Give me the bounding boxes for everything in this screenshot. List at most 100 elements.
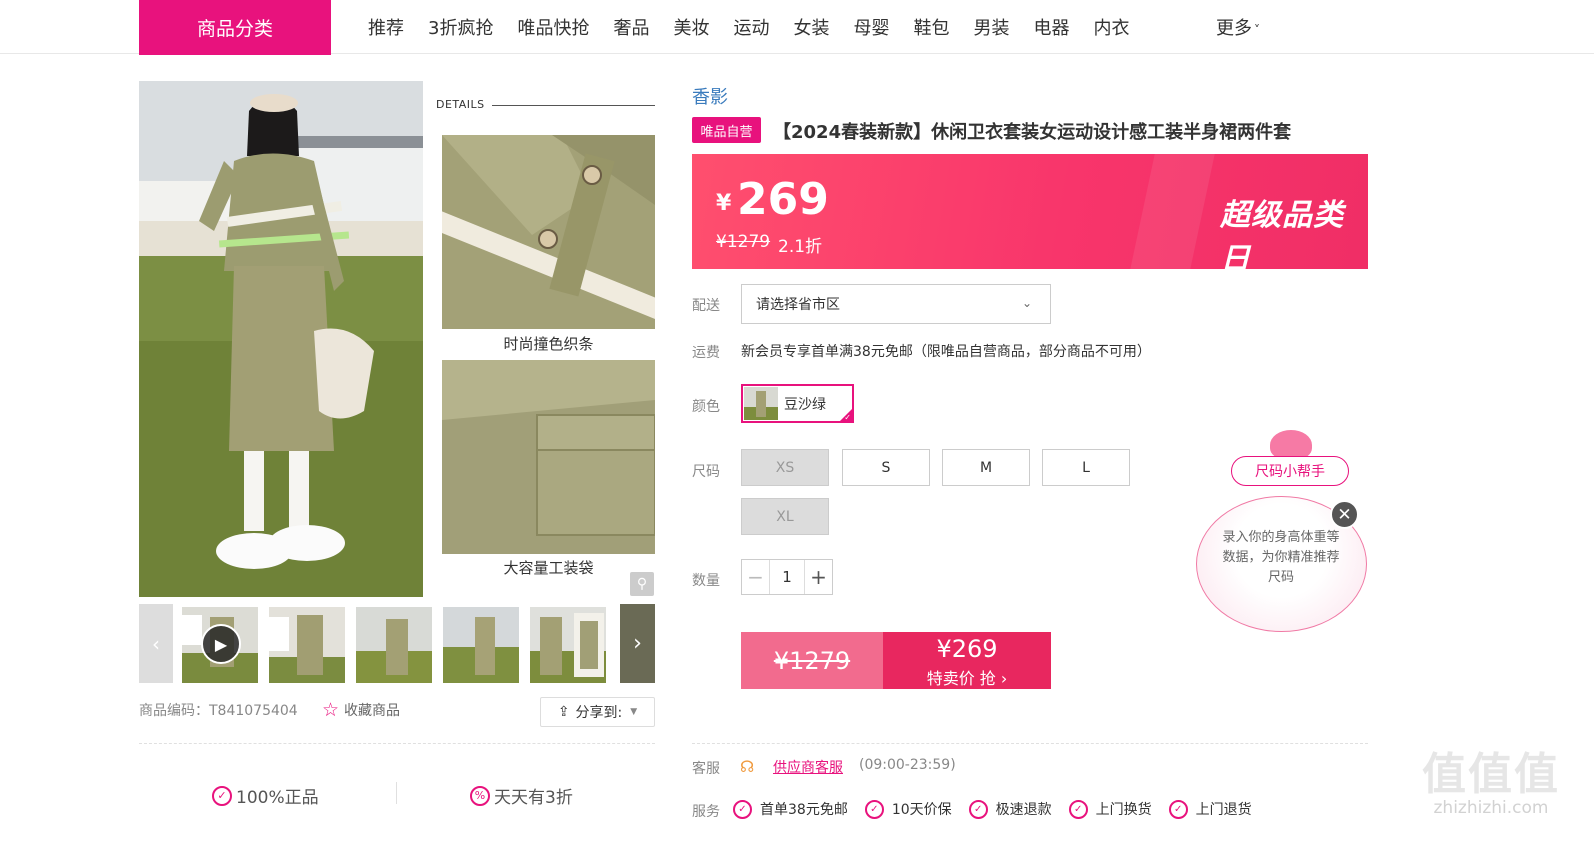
buy-button[interactable]: ¥269 特卖价 抢 › xyxy=(883,632,1051,689)
detail-caption-stripe: 时尚撞色织条 xyxy=(503,335,594,353)
headset-icon: ☊ xyxy=(740,757,755,776)
size-option-m[interactable]: M xyxy=(942,449,1030,486)
thumbnail[interactable] xyxy=(356,607,432,683)
nav-item-flash[interactable]: 唯品快抢 xyxy=(517,14,589,40)
close-icon[interactable]: ✕ xyxy=(1330,500,1359,529)
nav-item-men[interactable]: 男装 xyxy=(973,14,1009,40)
thumbnail[interactable] xyxy=(269,607,345,683)
quantity-stepper: − 1 + xyxy=(741,559,833,595)
nav-item-baby[interactable]: 母婴 xyxy=(853,14,889,40)
watermark-logo: 值值值 xyxy=(1422,749,1560,800)
nav-item-sports[interactable]: 运动 xyxy=(733,14,769,40)
quantity-label: 数量 xyxy=(692,573,720,589)
self-operated-badge: 唯品自营 xyxy=(692,117,761,143)
details-panel: DETAILS 时尚撞色织条 大容量工装袋 xyxy=(430,81,656,597)
nav-items: 推荐 3折疯抢 唯品快抢 奢品 美妆 运动 女装 母婴 鞋包 男装 电器 内衣 xyxy=(356,0,1141,54)
service-item-label: 上门退货 xyxy=(1195,802,1252,818)
top-nav: 商品分类 推荐 3折疯抢 唯品快抢 奢品 美妆 运动 女装 母婴 鞋包 男装 电… xyxy=(0,0,1594,55)
freight-text: 新会员专享首单满38元免邮（限唯品自营商品，部分商品不可用） xyxy=(741,344,1151,360)
play-icon[interactable]: ▶ xyxy=(201,624,241,664)
service-item: ✓ 极速退款 xyxy=(968,799,1052,819)
detail-caption-pocket: 大容量工装袋 xyxy=(503,559,594,577)
nav-more[interactable]: 更多 ˅ xyxy=(1216,14,1260,40)
supplier-service-link[interactable]: 供应商客服 xyxy=(773,757,843,777)
sale-price: 269 xyxy=(737,174,829,225)
share-button[interactable]: ⇪ 分享到: ▼ xyxy=(540,697,655,727)
size-option-s[interactable]: S xyxy=(842,449,930,486)
share-label: 分享到: xyxy=(575,705,623,721)
guarantee-genuine-label: 100%正品 xyxy=(236,788,319,808)
buy-original-price[interactable]: ¥1279 xyxy=(741,632,883,689)
service-item: ✓ 上门退货 xyxy=(1168,799,1252,819)
watermark-url: zhizhizhi.com xyxy=(1433,798,1549,818)
chevron-down-icon: ⌄ xyxy=(1021,296,1032,310)
quantity-value[interactable]: 1 xyxy=(770,560,804,594)
nav-item-30-off[interactable]: 3折疯抢 xyxy=(428,14,493,40)
thumbnail[interactable] xyxy=(443,607,519,683)
product-title: 【2024春装新款】休闲卫衣套装女运动设计感工装半身裙两件套 xyxy=(773,122,1292,143)
size-option-xs[interactable]: XS xyxy=(741,449,829,486)
detail-image-stripe[interactable] xyxy=(442,135,655,329)
nav-item-underwear[interactable]: 内衣 xyxy=(1093,14,1129,40)
service-item: ✓ 上门换货 xyxy=(1068,799,1152,819)
check-circle-icon: ✓ xyxy=(733,799,752,819)
size-helper-button[interactable]: 尺码小帮手 xyxy=(1231,456,1349,486)
quantity-decrease-button[interactable]: − xyxy=(742,560,770,594)
service-label: 服务 xyxy=(692,804,720,820)
service-list: ✓ 首单38元免邮 ✓ 10天价保 ✓ 极速退款 ✓ 上门换货 ✓ 上门退货 xyxy=(733,799,1269,819)
color-name: 豆沙绿 xyxy=(784,396,826,413)
star-icon: ☆ xyxy=(322,699,340,721)
watermark: 值值值 zhizhizhi.com xyxy=(1418,749,1564,819)
favorite-button[interactable]: ☆ 收藏商品 xyxy=(322,699,400,721)
region-select[interactable]: 请选择省市区 ⌄ xyxy=(741,284,1051,324)
discount-rate: 2.1折 xyxy=(778,237,823,257)
nav-item-beauty[interactable]: 美妆 xyxy=(673,14,709,40)
guarantee-discount: % 天天有3折 xyxy=(470,783,573,808)
service-hours: (09:00-23:59) xyxy=(859,757,956,773)
zoom-icon[interactable]: ⚲ xyxy=(630,572,654,596)
check-circle-icon: ✓ xyxy=(864,799,884,819)
nav-item-appliances[interactable]: 电器 xyxy=(1033,14,1069,40)
main-product-image[interactable] xyxy=(139,81,423,597)
brand-link[interactable]: 香影 xyxy=(692,83,728,109)
thumbnail-video[interactable]: ▶ xyxy=(182,607,258,683)
check-icon: ✓ xyxy=(844,413,851,422)
nav-item-recommend[interactable]: 推荐 xyxy=(368,14,404,40)
customer-service-label: 客服 xyxy=(692,761,720,777)
nav-item-luxury[interactable]: 奢品 xyxy=(613,14,649,40)
color-option-selected[interactable]: 豆沙绿 ✓ xyxy=(741,384,854,423)
nav-item-shoes-bags[interactable]: 鞋包 xyxy=(913,14,949,40)
color-label: 颜色 xyxy=(692,399,720,415)
detail-image-pocket[interactable] xyxy=(442,360,655,554)
check-circle-icon: ✓ xyxy=(1168,799,1188,819)
thumb-next-button[interactable]: › xyxy=(620,604,655,683)
thumbnail[interactable] xyxy=(530,607,606,683)
buy-label: 特卖价 抢 › xyxy=(926,669,1008,688)
price-currency: ¥ xyxy=(716,191,732,216)
service-item: ✓ 10天价保 xyxy=(864,799,952,819)
service-item-label: 上门换货 xyxy=(1095,802,1152,818)
price-banner: ¥ 269 ¥1279 2.1折 超级品类日 xyxy=(692,154,1368,269)
quantity-increase-button[interactable]: + xyxy=(804,560,832,594)
divider xyxy=(692,743,1368,744)
divider xyxy=(139,743,655,744)
service-item-label: 首单38元免邮 xyxy=(760,802,848,818)
freight-label: 运费 xyxy=(692,345,720,361)
buy-price: ¥269 xyxy=(936,635,998,663)
size-option-l[interactable]: L xyxy=(1042,449,1130,486)
thumb-prev-button[interactable]: ‹ xyxy=(139,604,173,683)
nav-item-women[interactable]: 女装 xyxy=(793,14,829,40)
service-item-label: 10天价保 xyxy=(891,802,952,818)
banner-stripe xyxy=(1124,154,1220,269)
color-swatch xyxy=(744,387,778,420)
category-button[interactable]: 商品分类 xyxy=(139,0,331,55)
guarantee-genuine: ✓ 100%正品 xyxy=(212,783,319,808)
details-heading: DETAILS xyxy=(436,98,485,111)
percent-icon: % xyxy=(470,785,490,806)
promo-title: 超级品类日 xyxy=(1220,198,1344,269)
region-placeholder: 请选择省市区 xyxy=(756,297,840,313)
size-option-xl[interactable]: XL xyxy=(741,498,829,535)
size-helper-text: 录入你的身高体重等数据，为你精准推荐尺码 xyxy=(1222,530,1340,585)
check-circle-icon: ✓ xyxy=(1068,799,1088,819)
size-label: 尺码 xyxy=(692,464,720,480)
